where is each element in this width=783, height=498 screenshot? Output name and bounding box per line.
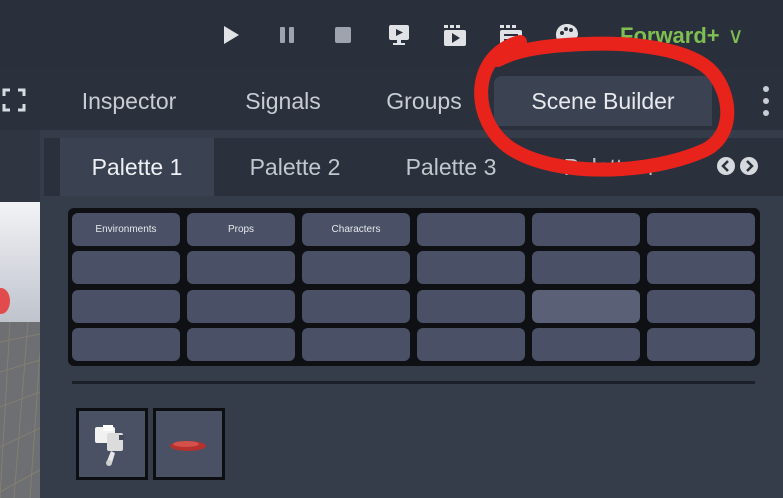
palette-cell[interactable] <box>532 251 640 284</box>
palette-cell[interactable] <box>187 290 295 323</box>
palette-cell[interactable] <box>647 290 755 323</box>
robot-icon <box>95 425 124 466</box>
chevron-right-icon[interactable] <box>739 156 759 181</box>
palette-cell[interactable] <box>72 290 180 323</box>
palette-cell[interactable] <box>417 251 525 284</box>
chevron-down-icon: ∨ <box>727 23 744 48</box>
stop-icon[interactable] <box>330 22 356 48</box>
renderer-dropdown[interactable]: Forward+ ∨ <box>620 22 744 50</box>
play-scene-icon[interactable] <box>442 22 468 48</box>
robot-model-thumbnail[interactable] <box>76 408 148 480</box>
panel-divider <box>72 381 755 384</box>
pause-icon[interactable] <box>274 22 300 48</box>
palette-cell-props[interactable]: Props <box>187 213 295 246</box>
red-disc-icon <box>170 441 206 451</box>
palette-cell[interactable] <box>647 251 755 284</box>
tab-signals[interactable]: Signals <box>226 76 340 126</box>
viewport-3d[interactable] <box>0 130 40 498</box>
palette-cell[interactable] <box>187 328 295 361</box>
viewport-scene <box>0 202 40 498</box>
palette-tab-bar: Palette 1 Palette 2 Palette 3 Palette 4 <box>44 138 783 196</box>
palette-cell[interactable] <box>647 328 755 361</box>
palette-cell-hovered[interactable] <box>532 290 640 323</box>
palette-cell[interactable] <box>302 328 410 361</box>
remote-debug-icon[interactable] <box>386 22 412 48</box>
palette-cell[interactable] <box>417 290 525 323</box>
red-disc-model-thumbnail[interactable] <box>153 408 225 480</box>
palette-cell[interactable] <box>72 251 180 284</box>
tab-scroll-arrows <box>716 156 759 181</box>
palette-cell[interactable] <box>302 290 410 323</box>
editor-toolbar: Forward+ ∨ <box>0 0 783 68</box>
tab-palette-2[interactable]: Palette 2 <box>224 138 366 196</box>
palette-cell[interactable] <box>417 328 525 361</box>
renderer-label: Forward+ <box>620 23 720 48</box>
tab-palette-3[interactable]: Palette 3 <box>380 138 522 196</box>
palette-cell[interactable] <box>302 251 410 284</box>
movie-maker-icon[interactable] <box>554 22 580 48</box>
tab-groups[interactable]: Groups <box>368 76 480 126</box>
palette-cell[interactable] <box>532 328 640 361</box>
palette-grid: Environments Props Characters <box>68 208 760 366</box>
tab-palette-4[interactable]: Palette 4 <box>538 138 680 196</box>
play-custom-scene-icon[interactable] <box>498 22 524 48</box>
tab-scene-builder[interactable]: Scene Builder <box>494 76 712 126</box>
kebab-menu-icon[interactable] <box>760 84 772 123</box>
chevron-left-icon[interactable] <box>716 156 736 181</box>
play-icon[interactable] <box>218 22 244 48</box>
dock-tab-bar: Inspector Signals Groups Scene Builder <box>0 68 783 130</box>
palette-cell[interactable] <box>72 328 180 361</box>
palette-cell[interactable] <box>647 213 755 246</box>
palette-cell[interactable] <box>187 251 295 284</box>
palette-cell-environments[interactable]: Environments <box>72 213 180 246</box>
expand-icon[interactable] <box>2 88 26 117</box>
tab-palette-1[interactable]: Palette 1 <box>60 138 214 196</box>
tab-inspector[interactable]: Inspector <box>60 76 198 126</box>
palette-cell-characters[interactable]: Characters <box>302 213 410 246</box>
palette-cell[interactable] <box>417 213 525 246</box>
palette-cell[interactable] <box>532 213 640 246</box>
